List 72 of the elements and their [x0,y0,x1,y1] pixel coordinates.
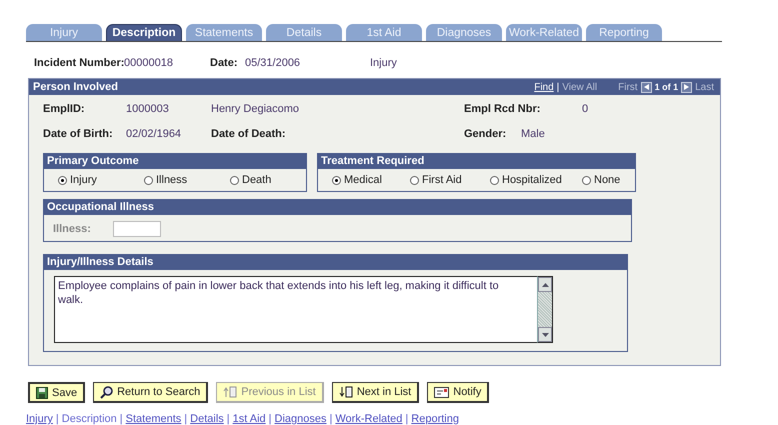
separator: | [330,413,332,425]
group-title: Primary Outcome [44,154,306,169]
separator: | [268,413,272,425]
radio-label[interactable]: First Aid [422,174,462,186]
radio-label[interactable]: Death [242,174,272,186]
date-of-death-label: Date of Death: [211,128,287,140]
search-button[interactable]: Return to Search [93,382,208,403]
page-link[interactable]: Work-Related [335,413,402,425]
section-title: Person Involved [33,81,119,93]
magnifier-icon [100,386,114,398]
down-arrow-icon [542,332,548,336]
gender-value: Male [521,128,545,140]
next-arrow-icon[interactable] [681,82,692,92]
date-of-birth-value: 02/02/1964 [126,128,182,140]
incident-number: 00000018 [124,57,174,69]
radio-label[interactable]: Hospitalized [502,174,562,186]
separator: | [56,413,59,425]
save-button[interactable]: Save [28,382,86,403]
radio-button[interactable] [490,176,499,184]
employee-name: Henry Degiacomo [211,103,300,115]
incident-type: Injury [370,57,397,69]
previous-arrow-icon[interactable] [640,82,652,92]
radio-label[interactable]: Medical [344,174,382,186]
radio-button[interactable] [230,176,239,184]
page-link[interactable]: Reporting [411,413,459,425]
up-arrow-icon [542,282,548,286]
emplid-label: EmplID: [43,103,86,115]
row-count: 1 of 1 [654,82,678,92]
radio-label[interactable]: None [594,174,620,186]
radio-label[interactable]: Injury [70,174,97,186]
envelope-icon [434,386,450,398]
separator: | [226,413,230,425]
separator: | [184,413,188,425]
page-link[interactable]: Description [62,413,117,425]
group-title: Occupational Illness [44,200,631,215]
radio-button[interactable] [58,176,67,184]
empl-rcd-value: 0 [582,103,588,115]
radio-button[interactable] [332,176,341,184]
page-link[interactable]: Statements [126,413,182,425]
group-title: Injury/Illness Details [44,255,627,270]
notify-button[interactable]: Notify [427,382,490,403]
radio-label[interactable]: Illness [156,174,188,186]
down-arrow-list-icon [338,386,353,398]
radio-button[interactable] [410,176,419,184]
page-link[interactable]: Diagnoses [274,413,327,425]
illness-label: Illness: [53,223,91,235]
last-label: Last [695,82,714,92]
up-arrow-list-icon [223,386,238,398]
next-button[interactable]: Next in List [332,382,420,403]
details-text-area[interactable]: Employee complains of pain in lower back that extends into his left leg, making it difficult to walk. [54,276,537,343]
radio-button[interactable] [582,176,591,184]
page-link[interactable]: 1st Aid [232,413,266,425]
tab[interactable]: Description [106,24,182,41]
page-link[interactable]: Details [190,413,224,425]
find-link[interactable]: Find [534,82,554,92]
group-title: Treatment Required [318,154,635,169]
separator: | [120,413,123,425]
scroll-up-button[interactable] [538,277,552,292]
date-of-birth-label: Date of Birth: [43,128,114,140]
date-label: Date: [210,57,239,69]
page-link[interactable]: Injury [26,413,53,425]
empl-rcd-label: Empl Rcd Nbr: [464,103,542,115]
first-label: First [618,82,638,92]
date-value: 05/31/2006 [245,57,302,69]
separator: | [405,413,408,425]
separator: | [556,82,560,92]
emplid-value: 1000003 [126,103,170,115]
scroll-down-button[interactable] [538,327,552,342]
scrollbar[interactable] [537,276,553,343]
incident-number-label: Incident Number: [34,57,124,69]
gender-label: Gender: [464,128,508,140]
radio-button[interactable] [144,176,153,184]
